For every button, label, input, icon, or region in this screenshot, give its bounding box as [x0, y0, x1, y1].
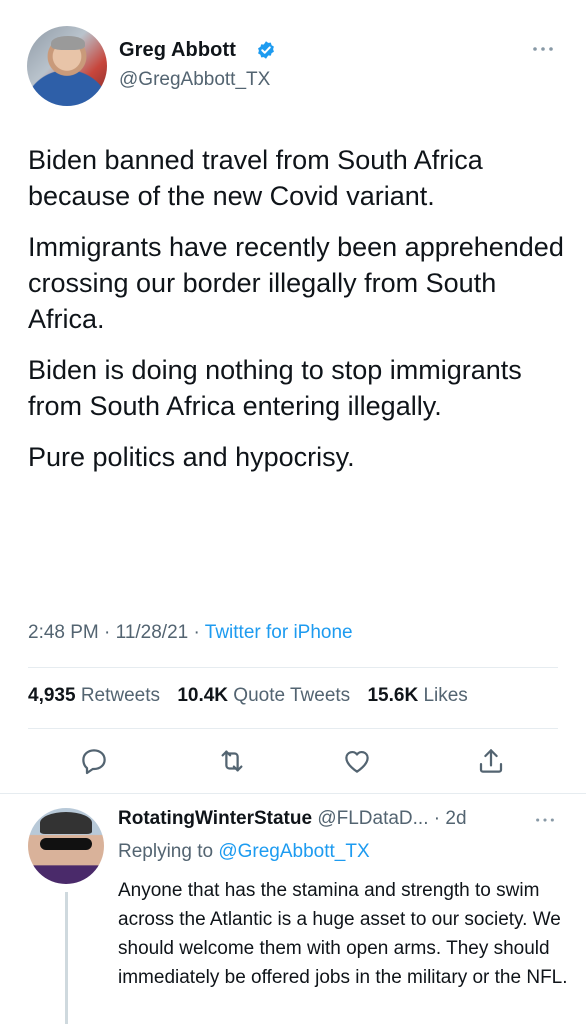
- reply-author-name[interactable]: RotatingWinterStatue: [118, 808, 312, 829]
- like-button[interactable]: [342, 746, 372, 776]
- retweet-icon: [221, 750, 243, 772]
- retweets-stat[interactable]: 4,935 Retweets: [28, 685, 160, 706]
- tweet-text: Biden banned travel from South Africa be…: [28, 142, 568, 490]
- tweet-time[interactable]: 2:48 PM: [28, 622, 99, 643]
- engagement-stats: 4,935 Retweets 10.4K Quote Tweets 15.6K …: [28, 685, 480, 707]
- replying-to-mention[interactable]: @GregAbbott_TX: [218, 841, 369, 862]
- reply-icon: [82, 749, 106, 775]
- author-handle[interactable]: @GregAbbott_TX: [119, 69, 270, 91]
- reply-author: RotatingWinterStatue @FLDataD... · 2d: [118, 808, 467, 830]
- tweet-metadata: 2:48 PM · 11/28/21 · Twitter for iPhone: [28, 622, 353, 644]
- avatar[interactable]: [27, 26, 107, 106]
- retweet-button[interactable]: [217, 746, 247, 776]
- reply-button[interactable]: [79, 746, 109, 776]
- quote-tweets-stat[interactable]: 10.4K Quote Tweets: [177, 685, 350, 706]
- separator: ·: [104, 622, 116, 643]
- separator: ·: [193, 622, 205, 643]
- likes-count: 15.6K: [367, 685, 419, 706]
- likes-label: Likes: [423, 685, 468, 706]
- verified-badge-icon: [258, 41, 274, 59]
- tweet-paragraph: Biden banned travel from South Africa be…: [28, 145, 483, 211]
- action-bar: [0, 740, 586, 784]
- retweets-label: Retweets: [80, 685, 161, 706]
- divider: [0, 793, 586, 794]
- replying-to-prefix: Replying to: [118, 841, 214, 862]
- divider: [28, 667, 558, 668]
- author-name[interactable]: Greg Abbott: [119, 39, 236, 62]
- more-options-icon[interactable]: [534, 816, 556, 824]
- reply-age[interactable]: · 2d: [434, 808, 467, 829]
- share-button[interactable]: [476, 746, 506, 776]
- replying-to: Replying to @GregAbbott_TX: [118, 841, 370, 863]
- reply-text: Anyone that has the stamina and strength…: [118, 880, 568, 988]
- likes-stat[interactable]: 15.6K Likes: [367, 685, 467, 706]
- quote-tweets-count: 10.4K: [177, 685, 229, 706]
- retweets-count: 4,935: [28, 685, 76, 706]
- quote-tweets-label: Quote Tweets: [233, 685, 351, 706]
- avatar[interactable]: [28, 808, 104, 884]
- thread-line: [65, 892, 68, 1024]
- share-icon: [479, 749, 503, 773]
- divider: [28, 728, 558, 729]
- tweet-paragraph: Pure politics and hypocrisy.: [28, 442, 355, 472]
- more-options-icon[interactable]: [531, 44, 555, 54]
- tweet-date[interactable]: 11/28/21: [116, 622, 189, 643]
- reply-author-handle[interactable]: @FLDataD...: [317, 808, 428, 829]
- tweet-paragraph: Biden is doing nothing to stop immigrant…: [28, 355, 522, 421]
- tweet-source-link[interactable]: Twitter for iPhone: [205, 622, 353, 643]
- tweet-paragraph: Immigrants have recently been apprehende…: [28, 232, 564, 334]
- heart-icon: [345, 750, 369, 773]
